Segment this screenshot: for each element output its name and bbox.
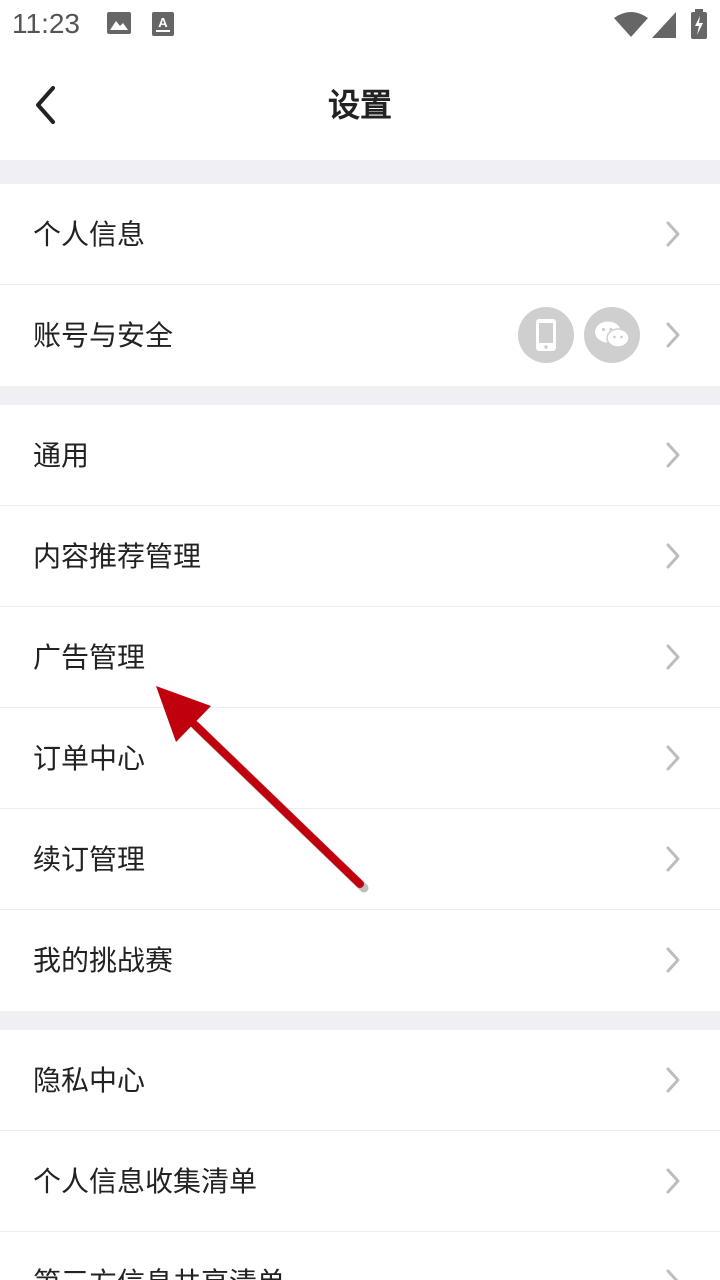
settings-row-info-collection-list[interactable]: 个人信息收集清单 xyxy=(0,1131,720,1232)
wechat-bind-badge xyxy=(584,307,640,363)
chevron-right-icon xyxy=(666,322,680,348)
phone-icon xyxy=(536,319,556,351)
chevron-right-icon xyxy=(666,947,680,973)
section-separator xyxy=(0,386,720,405)
signal-icon xyxy=(652,12,676,38)
settings-row-general[interactable]: 通用 xyxy=(0,405,720,506)
phone-bind-badge xyxy=(518,307,574,363)
row-label: 广告管理 xyxy=(33,641,146,674)
row-label: 续订管理 xyxy=(33,843,146,876)
row-label: 个人信息收集清单 xyxy=(33,1165,258,1198)
row-label: 订单中心 xyxy=(33,742,146,775)
chevron-right-icon xyxy=(666,1269,679,1280)
settings-row-content-recommendation[interactable]: 内容推荐管理 xyxy=(0,506,720,607)
row-label: 账号与安全 xyxy=(33,319,174,352)
chevron-right-icon xyxy=(666,846,680,872)
page-title: 设置 xyxy=(327,86,392,124)
chevron-right-icon xyxy=(666,442,680,468)
settings-row-renewal-management[interactable]: 续订管理 xyxy=(0,809,720,910)
status-bar: 11:23 A xyxy=(0,0,720,50)
row-label: 第三方信息共享清单 xyxy=(33,1261,285,1280)
status-time: 11:23 xyxy=(12,8,80,39)
row-label: 内容推荐管理 xyxy=(33,540,202,573)
chevron-right-icon xyxy=(666,745,680,771)
font-a-icon: A xyxy=(152,12,174,36)
chevron-right-icon xyxy=(666,1067,680,1093)
chevron-right-icon xyxy=(666,221,680,247)
row-label: 隐私中心 xyxy=(33,1064,146,1097)
image-icon xyxy=(107,12,131,34)
nav-bar: 设置 xyxy=(0,50,720,160)
battery-charging-icon xyxy=(691,9,707,39)
chevron-right-icon xyxy=(666,1168,680,1194)
section-separator xyxy=(0,160,720,184)
chevron-right-icon xyxy=(666,543,680,569)
row-label: 个人信息 xyxy=(33,218,146,251)
settings-row-my-challenges[interactable]: 我的挑战赛 xyxy=(0,910,720,1011)
settings-row-privacy-center[interactable]: 隐私中心 xyxy=(0,1030,720,1131)
chevron-right-icon xyxy=(666,644,680,670)
settings-row-account-security[interactable]: 账号与安全 xyxy=(0,285,720,386)
row-label: 通用 xyxy=(33,439,90,472)
settings-row-personal-info[interactable]: 个人信息 xyxy=(0,184,720,285)
section-separator xyxy=(0,1011,720,1030)
row-label: 我的挑战赛 xyxy=(33,944,174,977)
svg-text:A: A xyxy=(158,15,168,30)
wechat-icon xyxy=(595,321,630,348)
settings-row-ad-management[interactable]: 广告管理 xyxy=(0,607,720,708)
settings-row-third-party-sharing-list[interactable]: 第三方信息共享清单 xyxy=(0,1232,720,1280)
settings-row-order-center[interactable]: 订单中心 xyxy=(0,708,720,809)
wifi-icon xyxy=(614,12,648,37)
